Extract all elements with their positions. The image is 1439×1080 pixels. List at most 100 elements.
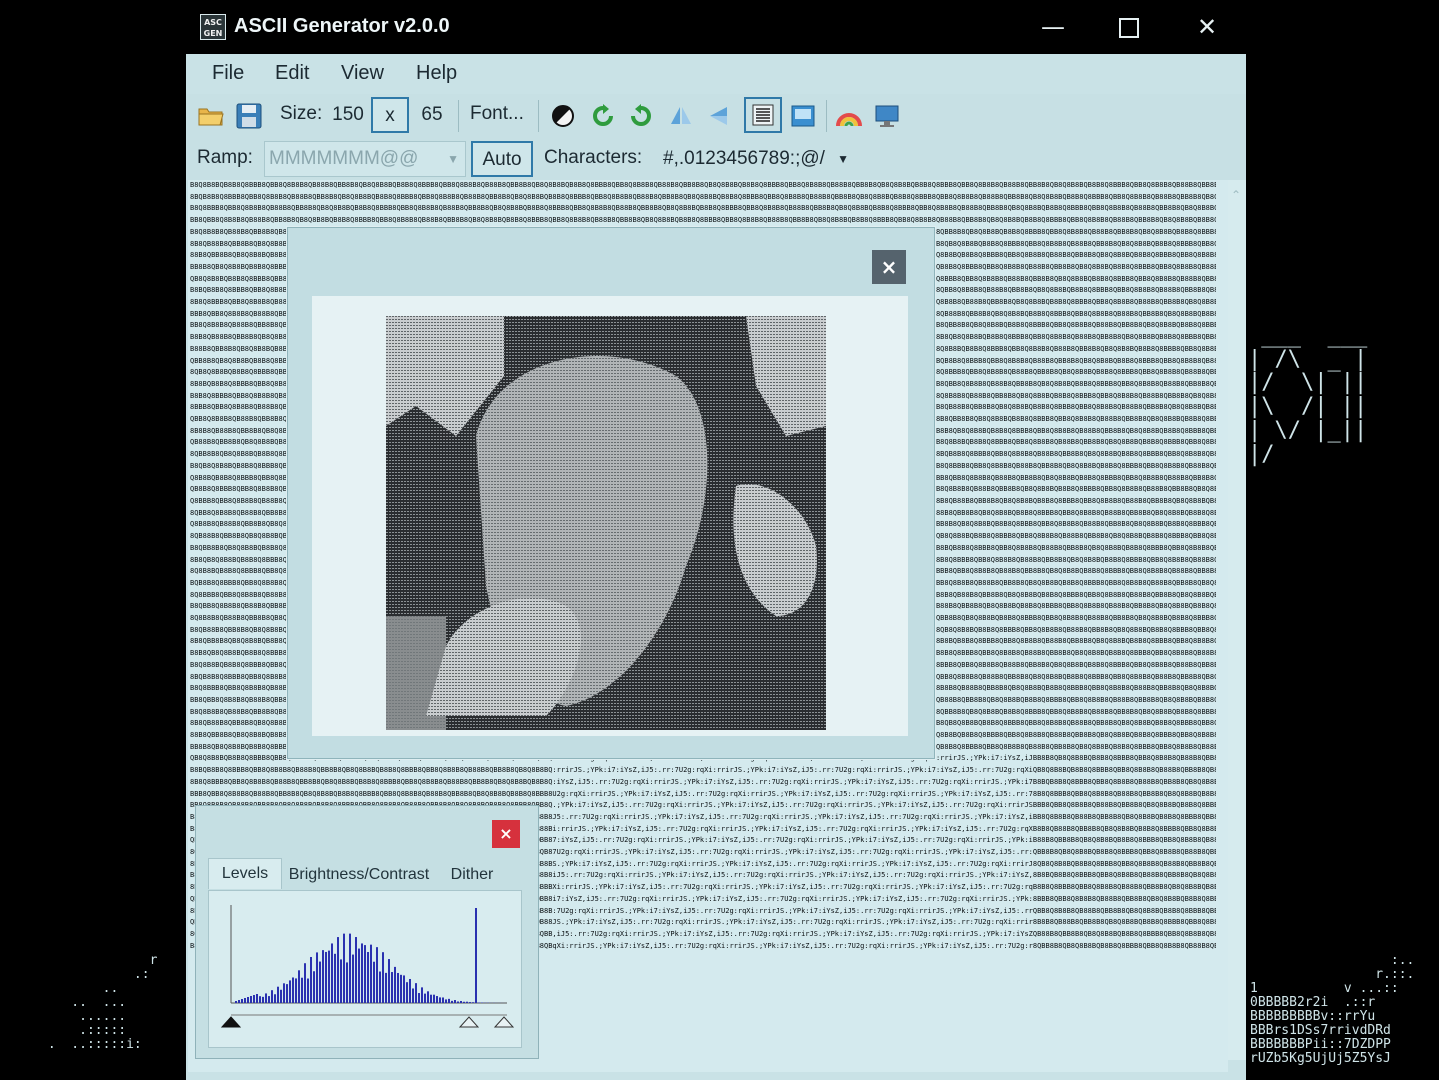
invert-button[interactable] [548,101,578,131]
histogram-bar [355,937,357,1003]
close-icon: × [499,824,513,843]
tab-dither[interactable]: Dither [440,860,504,890]
histogram-bars [235,908,504,1003]
midpoint-handle[interactable] [458,1016,480,1028]
colour-button[interactable] [834,101,864,131]
histogram-bar [310,956,312,1003]
open-button[interactable] [196,101,226,131]
histogram-bar [412,988,414,1003]
flip-horizontal-icon [671,107,691,124]
histogram-bar [433,994,435,1003]
flip-horizontal-button[interactable] [666,101,696,131]
vertical-scrollbar[interactable]: ⌃ [1228,180,1246,1060]
histogram-bar [406,982,408,1003]
menu-help[interactable]: Help [416,62,457,85]
histogram-bar [424,993,426,1003]
rotate-counterclockwise-icon [631,104,651,126]
text-view-button[interactable] [744,97,782,133]
histogram-bar [328,950,330,1003]
rotate-left-button[interactable] [626,101,656,131]
histogram-bar [379,971,381,1003]
histogram-bar [349,933,351,1003]
image-view-icon [791,105,815,127]
histogram-bar [463,1001,465,1003]
histogram-bar [352,954,354,1003]
flip-vertical-icon [710,107,727,125]
white-point-handle[interactable] [493,1016,515,1028]
histogram-bar [334,953,336,1003]
histogram-bar [277,986,279,1003]
histogram-bar [238,1000,240,1003]
histogram-bar [247,997,249,1003]
histogram-bar [445,999,447,1003]
histogram-bar [250,996,252,1003]
background-ascii-art-bottom-left: r .: .. .. ... ...... .::::: . ..:::::i: [47,953,158,1053]
close-button[interactable]: ✕ [1174,6,1240,48]
display-button[interactable] [872,101,902,131]
window-title: ASCII Generator v2.0.0 [234,15,450,37]
histogram-bar [265,993,267,1003]
histogram-bar [475,908,477,1003]
minimize-button[interactable]: — [1020,6,1086,48]
image-view-button[interactable] [788,101,818,131]
preview-image [386,316,826,730]
histogram-bar [385,972,387,1003]
height-input[interactable]: 65 [412,97,452,133]
save-button[interactable] [234,101,264,131]
tab-brightness-contrast[interactable]: Brightness/Contrast [284,860,434,890]
save-icon [236,103,262,129]
histogram-bar [382,952,384,1003]
app-logo-icon: ASC GEN [200,14,226,40]
color-wheel-icon [836,113,862,127]
histogram-bar [331,943,333,1003]
histogram-bar [373,961,375,1003]
histogram-bar [466,1001,468,1003]
histogram-bar [346,962,348,1003]
font-button[interactable]: Font... [470,103,524,125]
histogram-bar [307,978,309,1003]
histogram-bar [397,972,399,1003]
histogram-bar [319,961,321,1003]
tab-levels[interactable]: Levels [208,858,282,889]
close-icon: ✕ [1196,13,1218,41]
levels-close-button[interactable]: × [492,820,520,848]
rotate-right-button[interactable] [588,101,618,131]
histogram-bar [316,952,318,1003]
histogram-bar [415,983,417,1003]
histogram-bar [409,978,411,1003]
characters-select[interactable]: #,.0123456789:;@/ ▼ [654,141,862,177]
histogram-bar [451,1000,453,1003]
maximize-icon [1119,18,1139,38]
characters-select-value: #,.0123456789:;@/ [663,148,825,169]
invert-icon [552,105,574,127]
menu-file[interactable]: File [212,62,244,85]
histogram-bar [472,1002,474,1003]
auto-button[interactable]: Auto [471,141,533,177]
histogram-bar [322,950,324,1003]
black-point-handle[interactable] [220,1016,242,1028]
flip-vertical-button[interactable] [704,101,734,131]
ramp-select[interactable]: MMMMMMM@@ ▼ [264,141,466,177]
close-icon: × [880,255,898,279]
menu-edit[interactable]: Edit [275,62,309,85]
menu-view[interactable]: View [341,62,384,85]
minimize-icon: — [1041,13,1065,41]
menu-bar: File Edit View Help [186,54,1246,94]
maximize-button[interactable] [1096,6,1162,48]
histogram-bar [259,996,261,1003]
levels-dialog: × Levels Brightness/Contrast Dither [195,805,539,1059]
ramp-bar: Ramp: MMMMMMM@@ ▼ Auto Characters: #,.01… [186,138,1246,180]
histogram-bar [274,994,276,1003]
histogram-bar [421,987,423,1003]
histogram-bar [460,1000,462,1003]
size-x-button[interactable]: x [371,97,409,133]
preview-close-button[interactable]: × [872,250,906,284]
histogram-bar [376,947,378,1003]
text-view-icon [752,104,774,126]
title-bar[interactable]: ASC GEN ASCII Generator v2.0.0 — ✕ [186,0,1246,54]
image-preview-dialog: × [287,227,935,759]
width-input[interactable]: 150 [328,97,368,133]
histogram-bar [271,990,273,1003]
histogram-bar [361,943,363,1003]
histogram-bar [256,994,258,1003]
